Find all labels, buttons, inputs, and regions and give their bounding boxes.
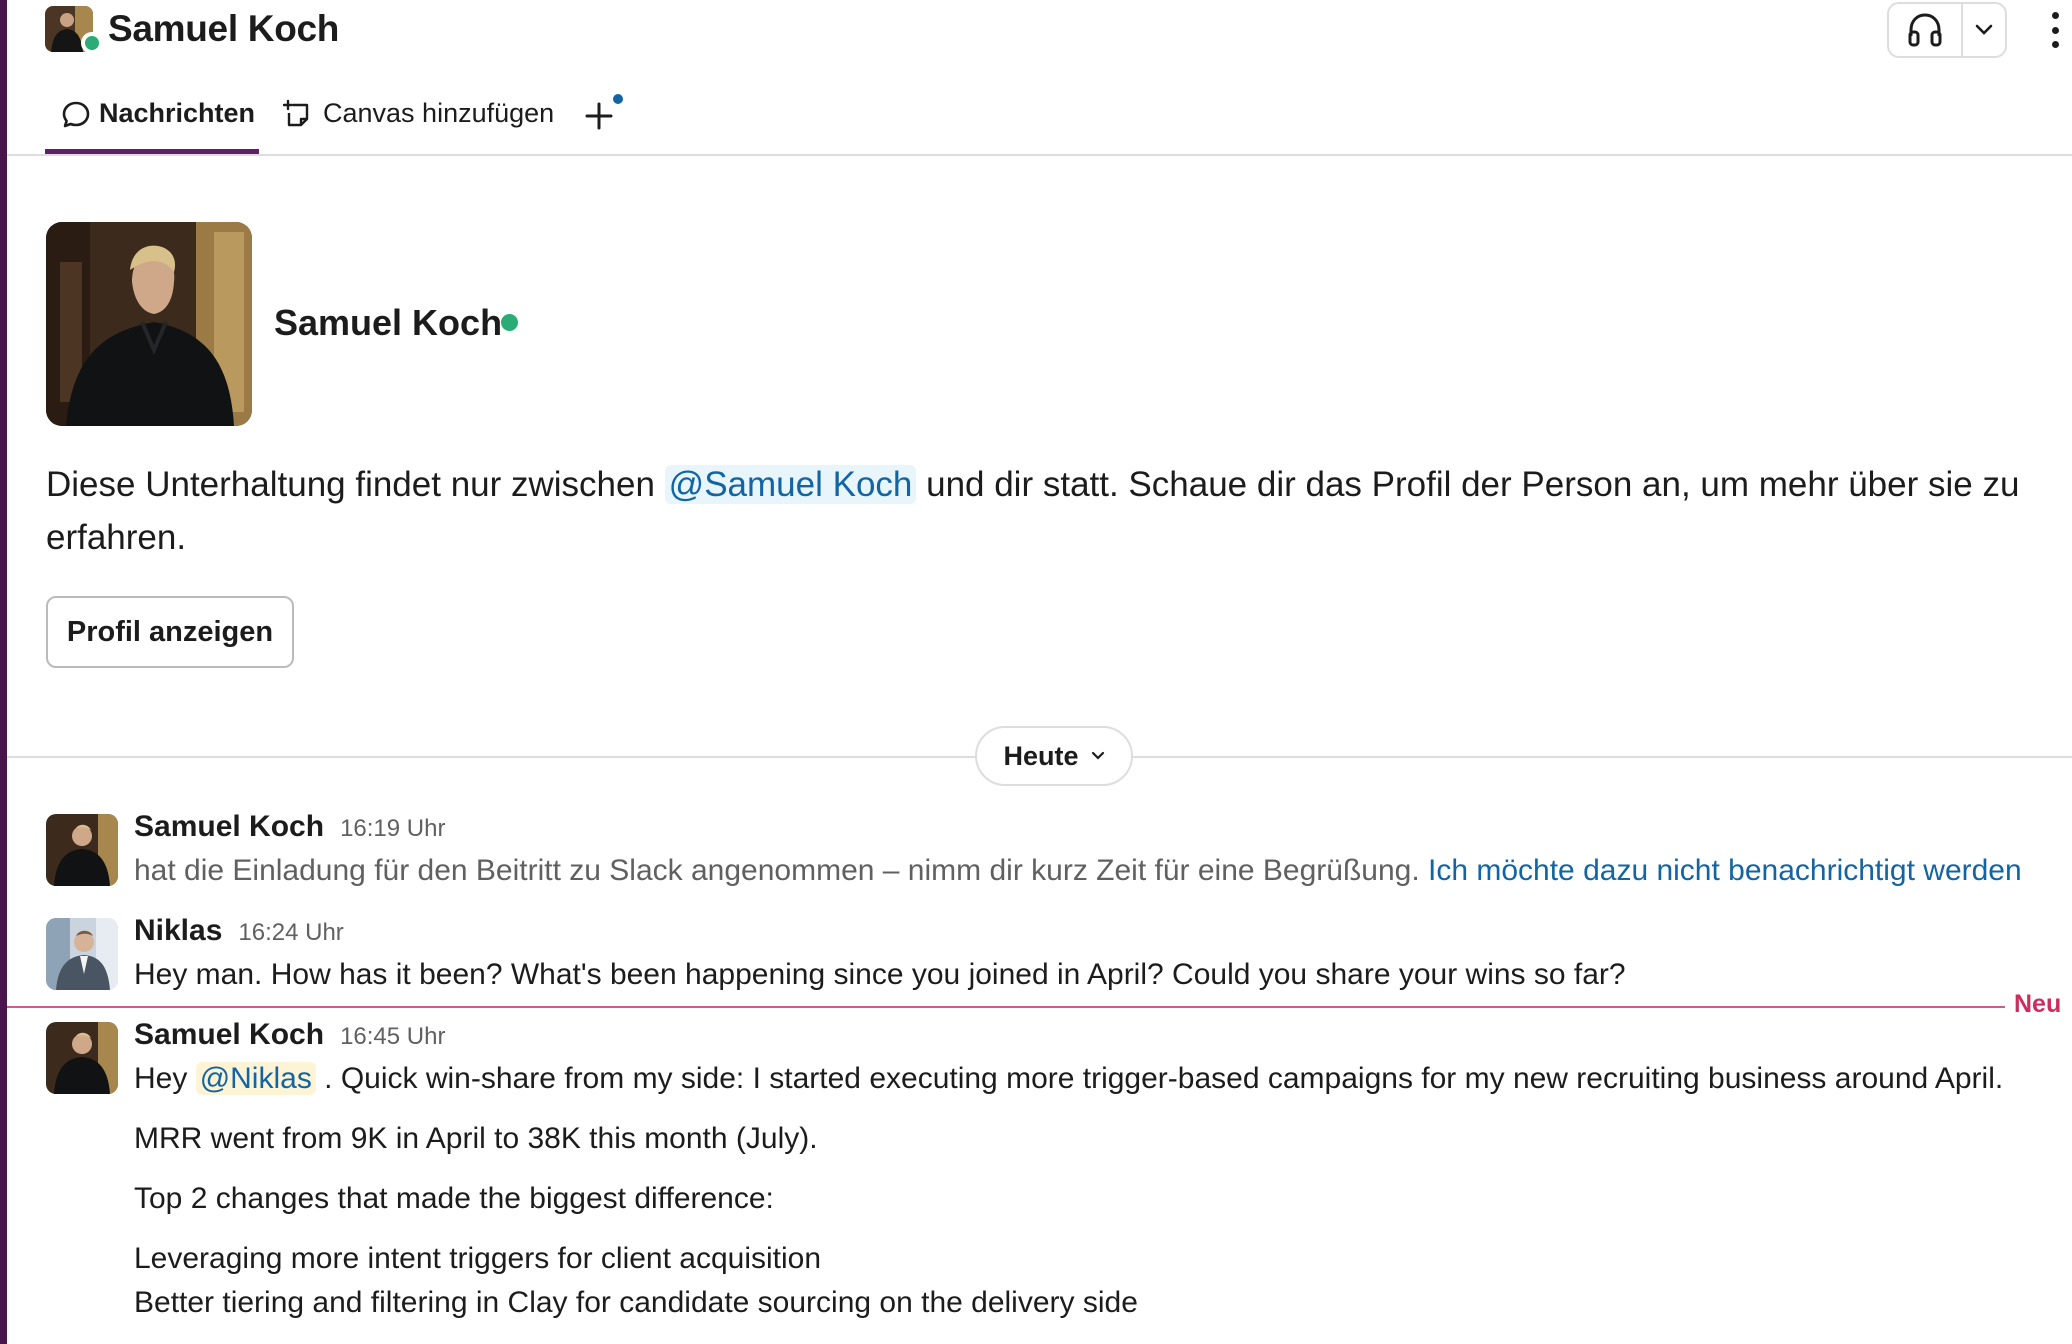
new-messages-divider — [7, 1006, 2005, 1008]
message-header: Samuel Koch 16:45 Uhr — [134, 1018, 445, 1052]
add-tab-button[interactable] — [581, 98, 617, 134]
message-header: Samuel Koch 16:19 Uhr — [134, 810, 445, 844]
more-actions-kebab-icon[interactable] — [2043, 8, 2067, 52]
message-avatar[interactable] — [46, 1022, 118, 1094]
system-message-text: hat die Einladung für den Beitritt zu Sl… — [134, 854, 1428, 887]
plus-icon — [585, 102, 613, 130]
intro-text-before: Diese Unterhaltung findet nur zwischen — [46, 465, 665, 504]
conversation-intro-text: Diese Unterhaltung findet nur zwischen @… — [46, 458, 2036, 564]
mute-notification-link[interactable]: Ich möchte dazu nicht benachrichtigt wer… — [1428, 854, 2022, 887]
profile-presence-dot — [501, 314, 518, 331]
message-text-rest: . Quick win-share from my side: I starte… — [315, 1062, 2004, 1095]
message-text-line: Hey @Niklas . Quick win-share from my si… — [134, 1062, 2003, 1096]
huddle-button[interactable] — [1889, 4, 1963, 56]
tab-messages-label: Nachrichten — [99, 98, 256, 128]
new-messages-label: Neu — [2014, 990, 2062, 1018]
user-mention-niklas[interactable]: @Niklas — [195, 1062, 316, 1095]
profile-name: Samuel Koch — [274, 302, 503, 343]
conversation-title[interactable]: Samuel Koch — [108, 8, 339, 50]
presence-indicator — [81, 32, 103, 54]
huddle-control — [1887, 2, 2007, 58]
message-text-line: MRR went from 9K in April to 38K this mo… — [134, 1122, 818, 1155]
view-profile-button[interactable]: Profil anzeigen — [46, 596, 294, 668]
message-icon — [62, 101, 90, 128]
canvas-add-icon — [283, 99, 309, 127]
message-timestamp[interactable]: 16:19 Uhr — [340, 815, 445, 843]
tab-add-canvas[interactable]: Canvas hinzufügen — [283, 92, 554, 154]
channel-header: Samuel Koch Nachrichten Canvas hinzufüge — [7, 0, 2072, 156]
date-jump-button[interactable]: Heute — [975, 726, 1133, 786]
message-text-line: Better tiering and filtering in Clay for… — [134, 1286, 1138, 1319]
greeting-text: Hey — [134, 1062, 196, 1095]
chevron-down-icon — [1975, 24, 1993, 35]
message-timestamp[interactable]: 16:24 Uhr — [238, 919, 343, 947]
tab-messages[interactable]: Nachrichten — [45, 92, 259, 154]
message-text: Hey man. How has it been? What's been ha… — [134, 958, 1626, 991]
user-mention-samuel[interactable]: @Samuel Koch — [664, 465, 917, 504]
message-header: Niklas 16:24 Uhr — [134, 914, 344, 948]
message-avatar[interactable] — [46, 814, 118, 886]
message-text-line: Leveraging more intent triggers for clie… — [134, 1242, 822, 1275]
message-text-line: Top 2 changes that made the biggest diff… — [134, 1182, 774, 1215]
message-author[interactable]: Samuel Koch — [134, 1018, 324, 1052]
new-feature-dot — [613, 94, 623, 104]
tab-add-canvas-label: Canvas hinzufügen — [323, 98, 555, 128]
huddle-options-button[interactable] — [1963, 4, 2005, 56]
chevron-down-icon — [1091, 751, 1104, 760]
message-author[interactable]: Samuel Koch — [134, 810, 324, 844]
message-avatar[interactable] — [46, 918, 118, 990]
profile-photo[interactable] — [46, 222, 252, 426]
headphones-icon — [1908, 13, 1942, 47]
message-author[interactable]: Niklas — [134, 914, 222, 948]
workspace-sidebar-edge — [0, 0, 7, 1344]
date-label: Heute — [1003, 740, 1079, 771]
message-body: hat die Einladung für den Beitritt zu Sl… — [134, 854, 2022, 888]
message-timestamp[interactable]: 16:45 Uhr — [340, 1023, 445, 1051]
